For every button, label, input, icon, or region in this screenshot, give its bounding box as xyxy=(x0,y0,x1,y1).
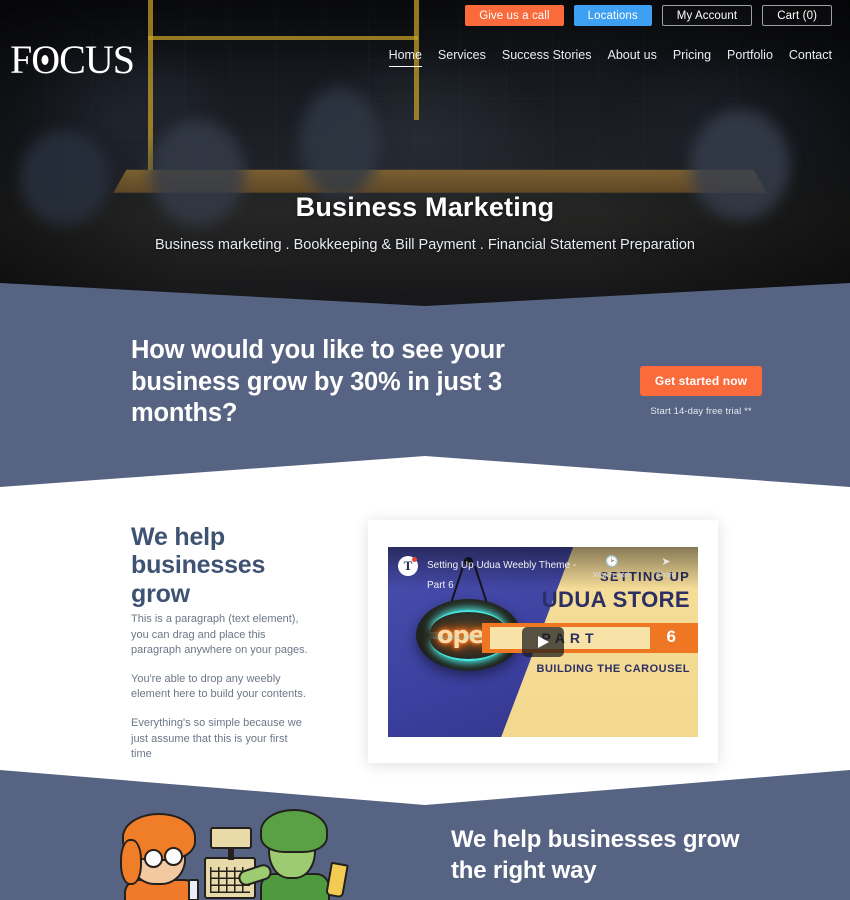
grow-section: How would you like to see your business … xyxy=(0,330,850,440)
watch-later-button[interactable]: 🕑 Watch later xyxy=(592,556,632,579)
nav-item-home[interactable]: Home xyxy=(388,48,422,67)
hero-section: Give us a call Locations My Account Cart… xyxy=(0,0,850,310)
video-player[interactable]: open SETTING UP UDUA STORE PART 6 BUILDI… xyxy=(388,547,698,737)
main-navigation: Home Services Success Stories About us P… xyxy=(388,48,832,67)
play-button-icon[interactable] xyxy=(522,627,564,657)
my-account-button[interactable]: My Account xyxy=(661,5,753,26)
channel-avatar[interactable]: T xyxy=(398,556,418,576)
give-us-a-call-button[interactable]: Give us a call xyxy=(465,5,564,26)
free-trial-note: Start 14-day free trial ** xyxy=(650,406,752,417)
cartoon-customer-hair-side xyxy=(120,839,142,885)
landing-page: Give us a call Locations My Account Cart… xyxy=(0,0,850,900)
cash-register-screen xyxy=(210,827,252,849)
nav-item-success-stories[interactable]: Success Stories xyxy=(502,48,592,67)
channel-avatar-initial: T xyxy=(403,558,413,573)
share-button[interactable]: ➤ Share xyxy=(646,556,686,579)
cartoon-glasses-lens-left xyxy=(144,849,163,868)
thumbnail-line-4: BUILDING THE CAROUSEL xyxy=(536,663,690,675)
cartoon-glasses-lens-right xyxy=(164,847,183,866)
share-arrow-icon: ➤ xyxy=(661,556,671,568)
site-logo[interactable]: FOCUS xyxy=(10,37,135,82)
nav-item-services[interactable]: Services xyxy=(438,48,486,67)
hero-subtitle: Business marketing . Bookkeeping & Bill … xyxy=(155,237,695,253)
video-header-bar: T Setting Up Udua Weebly Theme - Part 6 … xyxy=(388,547,698,591)
help-paragraph: Everything's so simple because we just a… xyxy=(131,717,302,761)
crowd-silhouette xyxy=(300,88,380,198)
cartoon-illustration xyxy=(120,805,370,900)
grow-cta-column: Get started now Start 14-day free trial … xyxy=(626,366,776,417)
cart-button[interactable]: Cart (0) xyxy=(762,5,832,26)
help-paragraphs: This is a paragraph (text element), you … xyxy=(131,612,309,776)
thumbnail-part-bar: PART 6 xyxy=(482,623,698,653)
utility-buttons: Give us a call Locations My Account Cart… xyxy=(465,5,832,26)
help-section-2-heading: We help businesses grow the right way xyxy=(451,826,740,884)
thumbnail-part-label: PART xyxy=(490,627,650,649)
nav-item-about-us[interactable]: About us xyxy=(607,48,656,67)
nav-item-contact[interactable]: Contact xyxy=(789,48,832,67)
nav-item-portfolio[interactable]: Portfolio xyxy=(727,48,773,67)
cartoon-bottle xyxy=(188,879,199,900)
shelf-accent xyxy=(148,0,153,170)
locations-button[interactable]: Locations xyxy=(573,5,652,26)
logo-text: FOCUS xyxy=(10,37,135,82)
hero-title: Business Marketing xyxy=(295,192,555,222)
grow-heading: How would you like to see your business … xyxy=(131,336,505,428)
help-paragraph: You're able to drop any weebly element h… xyxy=(131,672,306,701)
share-label: Share xyxy=(655,570,676,579)
clock-icon: 🕑 xyxy=(605,556,619,568)
cartoon-clerk-hair xyxy=(260,809,328,853)
video-header-title[interactable]: Setting Up Udua Weebly Theme - Part 6 xyxy=(427,556,592,596)
get-started-button[interactable]: Get started now xyxy=(639,366,763,396)
hero-copy: Business Marketing Business marketing . … xyxy=(0,192,850,253)
shelf-accent xyxy=(148,36,418,40)
video-card: open SETTING UP UDUA STORE PART 6 BUILDI… xyxy=(368,520,718,763)
video-header-actions: 🕑 Watch later ➤ Share xyxy=(592,556,686,579)
thumbnail-part-number: 6 xyxy=(666,627,676,646)
nav-item-pricing[interactable]: Pricing xyxy=(673,48,711,67)
help-paragraph: This is a paragraph (text element), you … xyxy=(131,613,308,657)
logo-o-dot: O xyxy=(31,37,60,82)
help-heading: We help businesses grow xyxy=(131,523,266,608)
cartoon-cup xyxy=(325,861,349,899)
watch-later-label: Watch later xyxy=(593,570,631,579)
